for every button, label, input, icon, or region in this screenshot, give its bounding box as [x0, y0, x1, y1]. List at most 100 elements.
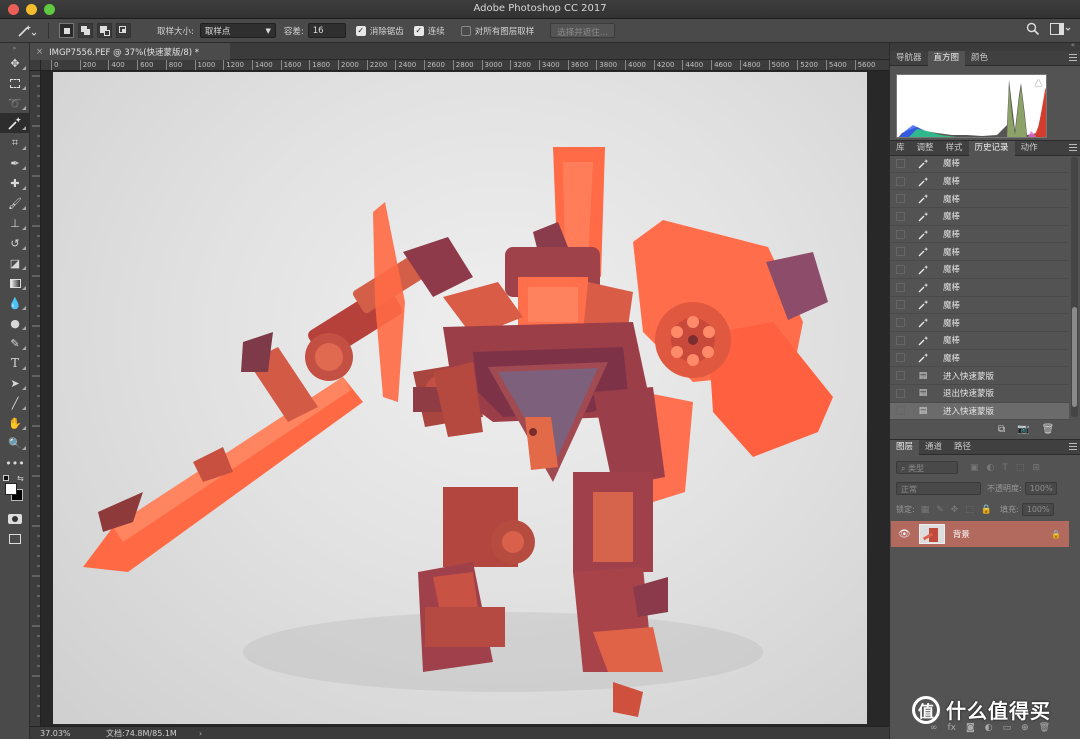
lock-artboard-icon[interactable]: ⬚: [965, 505, 974, 515]
history-item[interactable]: ▤ 退出快速蒙版: [890, 385, 1069, 403]
history-source-checkbox[interactable]: [896, 353, 905, 363]
history-source-checkbox[interactable]: [896, 335, 905, 345]
contiguous-checkbox[interactable]: ✓: [413, 25, 424, 36]
sample-all-layers-checkbox[interactable]: [460, 25, 471, 36]
pixel-filter-icon[interactable]: ▣: [970, 463, 979, 473]
history-source-checkbox[interactable]: [896, 406, 905, 416]
history-source-checkbox[interactable]: [896, 282, 905, 292]
sample-size-select[interactable]: 取样点 ▼: [199, 23, 276, 38]
history-source-checkbox[interactable]: [896, 264, 905, 274]
magic-wand-tool-icon[interactable]: [0, 113, 30, 133]
dodge-tool-icon[interactable]: ●: [0, 313, 30, 333]
history-item[interactable]: ▤ 进入快速蒙版: [890, 367, 1069, 385]
horizontal-ruler[interactable]: 0 200 400 600 800 1000 1200 1400 1600 1800 2000 220…: [41, 60, 889, 71]
new-selection-button[interactable]: [59, 23, 74, 38]
shape-filter-icon[interactable]: ⬚: [1016, 463, 1025, 473]
search-icon[interactable]: [1026, 22, 1040, 36]
line-tool-icon[interactable]: ╱: [0, 393, 30, 413]
document-tab[interactable]: × IMGP7556.PEF @ 37%(快速蒙版/8) *: [30, 43, 230, 60]
history-item[interactable]: 魔棒: [890, 226, 1069, 244]
eye-icon[interactable]: 👁: [898, 529, 911, 540]
fill-input[interactable]: 100%: [1021, 503, 1054, 516]
history-scrollbar[interactable]: [1071, 157, 1078, 417]
panel-collapse-bar[interactable]: «: [890, 41, 1080, 51]
history-item[interactable]: 魔棒: [890, 261, 1069, 279]
history-item[interactable]: 魔棒: [890, 279, 1069, 297]
tab-history[interactable]: 历史记录: [968, 141, 1015, 156]
quick-mask-icon[interactable]: [0, 509, 30, 529]
add-to-selection-button[interactable]: [78, 23, 93, 38]
magic-wand-icon[interactable]: [14, 23, 40, 39]
history-item[interactable]: 魔棒: [890, 314, 1069, 332]
panel-menu-icon[interactable]: [1069, 54, 1077, 61]
histogram-warning-icon[interactable]: ▲: [1035, 78, 1042, 88]
intersect-selection-button[interactable]: [116, 23, 131, 38]
type-tool-icon[interactable]: T: [0, 353, 30, 373]
layer-row-background[interactable]: 👁 背景 🔒: [891, 521, 1069, 547]
blur-tool-icon[interactable]: 💧: [0, 293, 30, 313]
adjustment-layer-icon[interactable]: ◐: [985, 723, 993, 733]
history-source-checkbox[interactable]: [896, 388, 905, 398]
antialias-checkbox[interactable]: ✓: [355, 25, 366, 36]
panel-menu-icon[interactable]: [1069, 144, 1077, 151]
lock-pixels-icon[interactable]: ✎: [936, 505, 944, 515]
close-tab-icon[interactable]: ×: [36, 47, 43, 57]
default-colors-icon[interactable]: [3, 475, 9, 481]
workspace-icon[interactable]: [1050, 23, 1072, 35]
tab-adjustments[interactable]: 调整: [911, 141, 940, 156]
tab-channels[interactable]: 通道: [919, 440, 948, 455]
history-item[interactable]: 魔棒: [890, 173, 1069, 191]
history-item[interactable]: 魔棒: [890, 155, 1069, 173]
smart-object-filter-icon[interactable]: ⊞: [1032, 463, 1040, 473]
foreground-color-swatch[interactable]: [5, 483, 17, 495]
new-document-from-state-icon[interactable]: ⧉: [998, 424, 1005, 435]
history-item[interactable]: ▤ 进入快速蒙版: [890, 402, 1069, 420]
subtract-from-selection-button[interactable]: [97, 23, 112, 38]
pen-tool-icon[interactable]: ✎: [0, 333, 30, 353]
panel-menu-icon[interactable]: [1069, 443, 1077, 450]
history-source-checkbox[interactable]: [896, 229, 905, 239]
lasso-tool-icon[interactable]: ➰: [0, 93, 30, 113]
more-tools-icon[interactable]: •••: [0, 453, 30, 473]
type-filter-icon[interactable]: T: [1002, 463, 1008, 473]
trash-icon[interactable]: 🗑: [1042, 424, 1055, 435]
zoom-tool-icon[interactable]: 🔍: [0, 433, 30, 453]
history-item[interactable]: 魔棒: [890, 297, 1069, 315]
tab-styles[interactable]: 样式: [940, 141, 969, 156]
history-item[interactable]: 魔棒: [890, 332, 1069, 350]
eyedropper-tool-icon[interactable]: ✒: [0, 153, 30, 173]
history-source-checkbox[interactable]: [896, 194, 905, 204]
path-selection-tool-icon[interactable]: ➤: [0, 373, 30, 393]
tab-histogram[interactable]: 直方图: [927, 51, 966, 66]
document-canvas[interactable]: [53, 72, 867, 724]
history-source-checkbox[interactable]: [896, 371, 905, 381]
fx-icon[interactable]: fx: [948, 723, 957, 733]
layer-filter-select[interactable]: ⌕ 类型: [896, 461, 958, 474]
color-swatches[interactable]: ⇆: [0, 473, 30, 509]
tab-paths[interactable]: 路径: [948, 440, 977, 455]
layer-name[interactable]: 背景: [953, 528, 970, 540]
eraser-tool-icon[interactable]: ◪: [0, 253, 30, 273]
tab-color[interactable]: 颜色: [965, 51, 994, 66]
brush-tool-icon[interactable]: 🖌: [0, 193, 30, 213]
history-source-checkbox[interactable]: [896, 176, 905, 186]
history-brush-tool-icon[interactable]: ↺: [0, 233, 30, 253]
history-item[interactable]: 魔棒: [890, 243, 1069, 262]
tab-actions[interactable]: 动作: [1015, 141, 1044, 156]
history-item[interactable]: 魔棒: [890, 190, 1069, 209]
healing-brush-tool-icon[interactable]: ✚: [0, 173, 30, 193]
history-source-checkbox[interactable]: [896, 300, 905, 310]
gradient-tool-icon[interactable]: [0, 273, 30, 293]
camera-icon[interactable]: 📷: [1017, 424, 1029, 435]
adjustment-filter-icon[interactable]: ◐: [987, 463, 995, 473]
history-source-checkbox[interactable]: [896, 211, 905, 221]
history-source-checkbox[interactable]: [896, 247, 905, 257]
new-layer-icon[interactable]: ⊕: [1021, 723, 1029, 733]
delete-layer-icon[interactable]: 🗑: [1039, 723, 1050, 733]
link-layers-icon[interactable]: ∞: [930, 723, 938, 733]
status-menu-arrow-icon[interactable]: ›: [199, 729, 202, 738]
move-tool-icon[interactable]: ✥: [0, 53, 30, 73]
tab-layers[interactable]: 图层: [890, 440, 920, 455]
vertical-ruler[interactable]: [30, 60, 41, 726]
swap-colors-icon[interactable]: ⇆: [17, 474, 24, 483]
